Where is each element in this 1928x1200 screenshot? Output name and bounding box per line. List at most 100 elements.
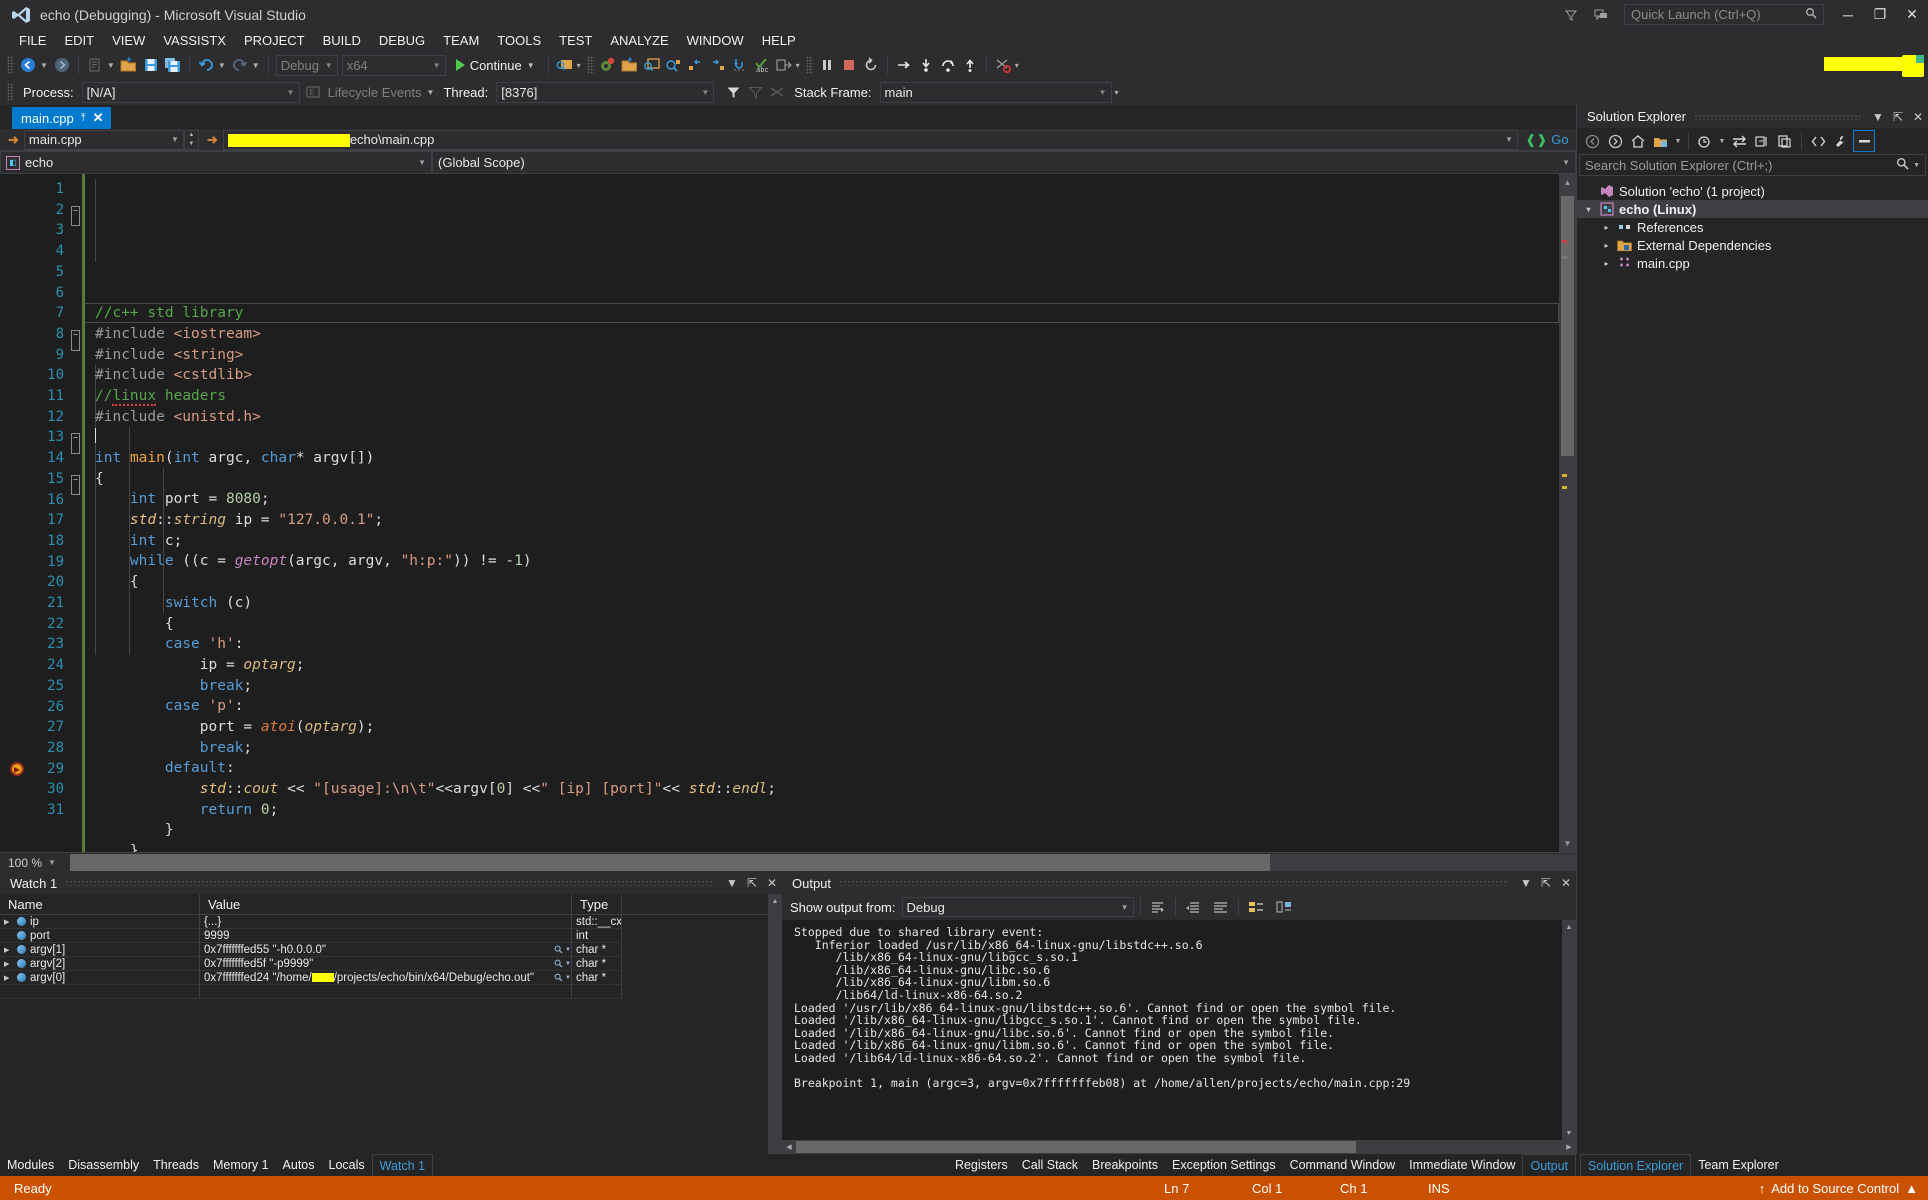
- watch-name-cell[interactable]: ▶ argv[1]: [0, 943, 200, 957]
- code-text[interactable]: //c++ std library #include <iostream> #inc…: [85, 174, 1559, 852]
- tab-team-explorer[interactable]: Team Explorer: [1691, 1154, 1786, 1176]
- code-line[interactable]: #include <cstdlib>: [95, 365, 1559, 386]
- code-line[interactable]: break;: [95, 676, 1559, 697]
- pending-changes-dropdown[interactable]: ▼: [1673, 130, 1683, 152]
- file-nav-spinner[interactable]: ▲ ▼: [183, 129, 199, 150]
- breakpoints-dropdown[interactable]: ▾: [1015, 61, 1022, 70]
- output-source-combo[interactable]: Debug ▼: [901, 897, 1134, 917]
- code-line[interactable]: std::string ip = "127.0.0.1";: [95, 510, 1559, 531]
- toolbar-grip-3[interactable]: [805, 56, 813, 74]
- watch-vertical-scrollbar[interactable]: ▲: [768, 894, 782, 1154]
- table-row[interactable]: ▶ argv[2] 0x7fffffffed5f "-p9999" ▼ char *: [0, 957, 768, 971]
- pin-icon[interactable]: ⇱: [1536, 876, 1556, 890]
- expand-triangle-icon[interactable]: ▾: [1583, 205, 1594, 214]
- watch-value-cell[interactable]: 9999: [200, 929, 572, 943]
- code-line[interactable]: }: [95, 841, 1559, 852]
- glyph-margin[interactable]: [0, 174, 36, 852]
- filter-icon[interactable]: [1556, 0, 1586, 29]
- solution-tree-node[interactable]: ▸ References: [1577, 218, 1928, 236]
- column-header-type[interactable]: Type: [572, 894, 622, 914]
- menu-project[interactable]: PROJECT: [235, 31, 314, 50]
- close-button[interactable]: ✕: [1896, 0, 1928, 29]
- add-to-source-control-button[interactable]: ↑ Add to Source Control ▲: [1759, 1181, 1928, 1196]
- fold-toggle[interactable]: −: [70, 200, 82, 227]
- forward-icon[interactable]: [1604, 130, 1626, 152]
- properties-icon[interactable]: [1830, 130, 1852, 152]
- fold-toggle[interactable]: −: [70, 324, 82, 351]
- scope-member-combo[interactable]: (Global Scope) ▼: [432, 151, 1576, 174]
- code-line[interactable]: int port = 8080;: [95, 489, 1559, 510]
- solution-explorer-search[interactable]: Search Solution Explorer (Ctrl+;) ▼: [1579, 154, 1926, 176]
- code-line[interactable]: #include <unistd.h>: [95, 407, 1559, 428]
- tab-memory-1[interactable]: Memory 1: [206, 1154, 276, 1176]
- save-all-icon[interactable]: [162, 54, 184, 76]
- close-icon[interactable]: ✕: [1556, 876, 1576, 890]
- refresh-icon[interactable]: [1751, 130, 1773, 152]
- step-out-left-icon[interactable]: [685, 54, 707, 76]
- menu-window[interactable]: WINDOW: [678, 31, 753, 50]
- menu-tools[interactable]: TOOLS: [488, 31, 550, 50]
- scroll-left-icon[interactable]: ◀: [782, 1140, 796, 1154]
- code-line[interactable]: break;: [95, 738, 1559, 759]
- code-line[interactable]: switch (c): [95, 593, 1559, 614]
- debug-toolbar-grip[interactable]: [7, 83, 14, 101]
- step-over-right-icon[interactable]: [707, 54, 729, 76]
- fold-toggle[interactable]: −: [70, 427, 82, 454]
- expand-triangle-icon[interactable]: ▸: [1601, 241, 1612, 250]
- scroll-up-icon[interactable]: ▲: [1562, 920, 1576, 934]
- clear-all-icon[interactable]: [1182, 896, 1204, 918]
- table-row[interactable]: ▶ argv[1] 0x7fffffffed55 "-h0.0.0.0" ▼ char …: [0, 943, 768, 957]
- attach-dropdown[interactable]: ▾: [577, 61, 584, 70]
- menu-build[interactable]: BUILD: [314, 31, 370, 50]
- scroll-up-icon[interactable]: ▲: [768, 894, 782, 908]
- find-in-window-icon[interactable]: [641, 54, 663, 76]
- stop-debugging-icon[interactable]: [838, 54, 860, 76]
- pin-icon[interactable]: ⇱: [742, 876, 762, 890]
- watch-name-cell[interactable]: ▶ argv[0]: [0, 971, 200, 985]
- menu-edit[interactable]: EDIT: [55, 31, 103, 50]
- stack-frame-combo[interactable]: main ▼: [879, 81, 1112, 103]
- output-settings-icon[interactable]: [1245, 896, 1267, 918]
- expand-triangle-icon[interactable]: ▶: [4, 946, 13, 954]
- open-folder-icon[interactable]: [619, 54, 641, 76]
- restart-icon[interactable]: [860, 54, 882, 76]
- zoom-level-selector[interactable]: 100 % ▼: [8, 856, 56, 870]
- chevron-down-icon[interactable]: ▼: [1913, 162, 1920, 169]
- solution-tree-node[interactable]: Solution 'echo' (1 project): [1577, 182, 1928, 200]
- code-line[interactable]: return 0;: [95, 800, 1559, 821]
- menu-team[interactable]: TEAM: [434, 31, 488, 50]
- collapse-all-icon[interactable]: [1774, 130, 1796, 152]
- pin-icon[interactable]: ⤒: [81, 112, 86, 125]
- watch-name-cell[interactable]: ▶ ip: [0, 915, 200, 929]
- scroll-down-icon[interactable]: ▼: [1562, 1126, 1576, 1140]
- tab-locals[interactable]: Locals: [322, 1154, 372, 1176]
- tab-disassembly[interactable]: Disassembly: [61, 1154, 146, 1176]
- watch-empty-row[interactable]: [0, 985, 768, 999]
- back-icon[interactable]: [1581, 130, 1603, 152]
- string-visualizer-icon[interactable]: ▼: [554, 959, 571, 968]
- code-line[interactable]: default:: [95, 758, 1559, 779]
- expand-triangle-icon[interactable]: ▸: [1601, 223, 1612, 232]
- pin-icon[interactable]: ⇱: [1888, 110, 1908, 124]
- spinner-down-icon[interactable]: ▼: [185, 140, 198, 149]
- code-line[interactable]: //linux headers: [95, 386, 1559, 407]
- redo-dropdown[interactable]: ▼: [252, 61, 263, 70]
- quick-launch-input[interactable]: Quick Launch (Ctrl+Q): [1624, 4, 1824, 25]
- step-into-icon[interactable]: [729, 54, 751, 76]
- find-message-icon[interactable]: [1147, 896, 1169, 918]
- undo-dropdown[interactable]: ▼: [218, 61, 229, 70]
- code-line[interactable]: [95, 427, 1559, 448]
- string-visualizer-icon[interactable]: ▼: [554, 973, 571, 982]
- menu-file[interactable]: FILE: [10, 31, 55, 50]
- close-icon[interactable]: ✕: [1908, 110, 1928, 124]
- tab-command-window[interactable]: Command Window: [1283, 1154, 1403, 1176]
- code-line[interactable]: {: [95, 469, 1559, 490]
- watch-name-cell[interactable]: port: [0, 929, 200, 943]
- pause-icon[interactable]: [816, 54, 838, 76]
- export-dropdown[interactable]: ▾: [796, 61, 803, 70]
- code-line[interactable]: port = atoi(optarg);: [95, 717, 1559, 738]
- file-selector-combo[interactable]: main.cpp ▼: [23, 129, 184, 150]
- menu-test[interactable]: TEST: [550, 31, 601, 50]
- open-file-icon[interactable]: [118, 54, 140, 76]
- menu-view[interactable]: VIEW: [103, 31, 154, 50]
